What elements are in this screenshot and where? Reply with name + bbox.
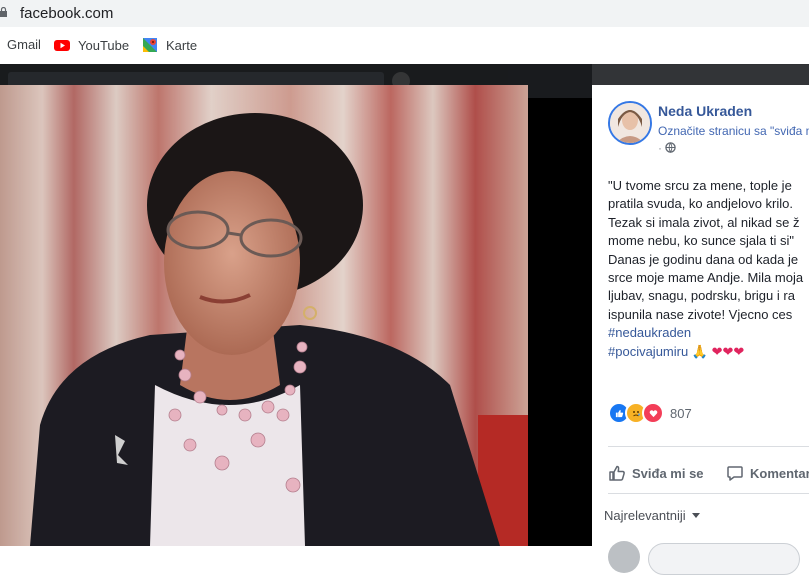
reaction-count: 807 — [670, 405, 692, 421]
bookmark-label: YouTube — [78, 37, 130, 53]
bookmark-label: Karte — [166, 37, 198, 53]
post-text-line: "U tvome srcu za mene, tople je — [608, 178, 792, 193]
post-text-line: ispunila nase zivote! Vjecno ces — [608, 306, 793, 322]
comment-icon — [727, 466, 743, 481]
post-text-line: Danas je godinu dana od kada je — [608, 251, 799, 267]
bookmark-youtube[interactable]: YouTube — [54, 37, 129, 53]
divider — [608, 493, 809, 494]
maps-icon — [143, 38, 157, 52]
bookmark-label: Gmail — [7, 37, 41, 52]
post-text-line: srce moje mame Andje. Mila moja — [608, 270, 804, 286]
comment-button[interactable]: Komentar — [726, 464, 809, 482]
hashtag-link[interactable]: #nedaukraden — [608, 324, 803, 342]
bookmark-karte[interactable]: Karte — [142, 37, 197, 53]
comment-label: Komentar — [750, 465, 809, 481]
comment-sort-dropdown[interactable]: Najrelevantniji — [604, 508, 700, 523]
post-text-line: pratila svuda, ko andjelovo krilo. — [608, 196, 793, 212]
comment-bubble — [648, 543, 800, 575]
divider — [608, 446, 809, 447]
meta-separator: · — [658, 141, 662, 155]
hashtag-link[interactable]: #pocivajumiru — [608, 344, 688, 359]
post-meta: · — [658, 141, 677, 155]
bookmarks-bar: Gmail YouTube Karte — [0, 27, 809, 65]
profile-picture — [610, 103, 650, 143]
post-photo[interactable] — [0, 85, 528, 546]
author-name[interactable]: Neda Ukraden — [658, 103, 752, 119]
url-text[interactable]: facebook.com — [20, 5, 113, 22]
like-label: Sviđa mi se — [632, 465, 704, 481]
lock-icon — [0, 7, 7, 17]
love-reaction-icon — [642, 402, 664, 424]
youtube-icon — [54, 40, 70, 51]
post-text-line: ljubav, snagu, podrsku, brigu i ra — [608, 288, 795, 304]
post-text: "U tvome srcu za mene, tople je pratila … — [608, 177, 803, 361]
like-page-link[interactable]: Označite stranicu sa "sviđa mi se" — [658, 124, 809, 138]
post-side-panel: Neda Ukraden Označite stranicu sa "sviđa… — [592, 85, 809, 575]
chevron-down-icon — [691, 513, 700, 518]
globe-icon[interactable] — [665, 142, 677, 153]
address-bar[interactable]: facebook.com — [0, 0, 809, 27]
thumbs-up-icon — [609, 465, 625, 481]
bookmark-gmail[interactable]: Gmail — [7, 37, 41, 52]
post-text-line: Tezak si imala zivot, al nikad se ž — [608, 214, 800, 230]
reactions-summary[interactable]: 807 — [608, 402, 692, 424]
emoji-text: 🙏 ❤❤❤ — [691, 343, 745, 359]
avatar[interactable] — [608, 101, 652, 145]
sort-label: Najrelevantniji — [604, 508, 686, 523]
like-button[interactable]: Sviđa mi se — [608, 464, 704, 482]
post-text-line: mome nebu, ko sunce sjala ti si" — [608, 233, 794, 249]
